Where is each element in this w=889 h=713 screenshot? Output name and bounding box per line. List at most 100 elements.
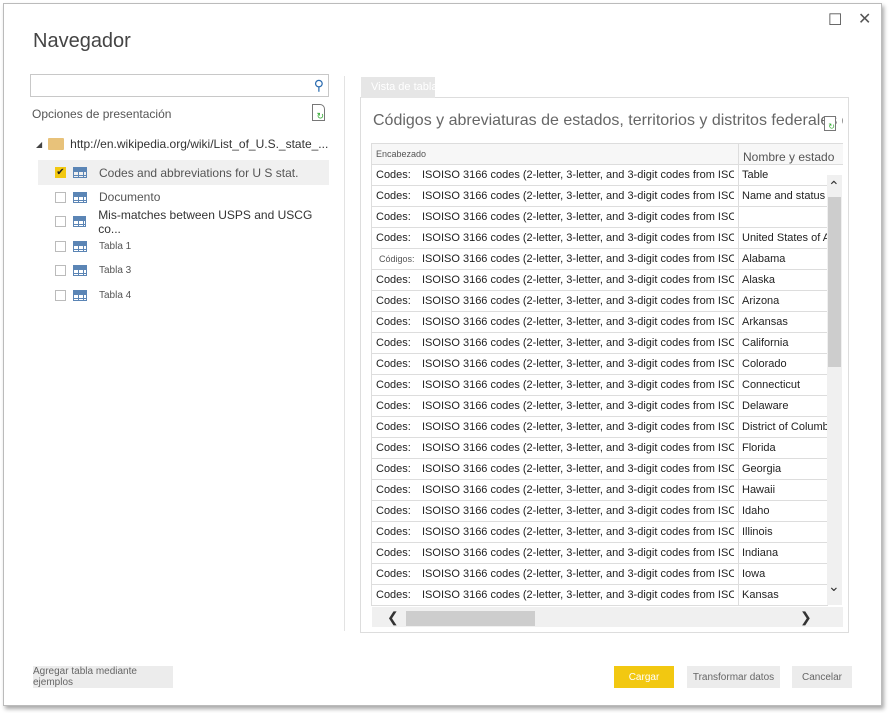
- item-label: Tabla 3: [99, 265, 132, 277]
- item-label: Mis-matches between USPS and USCG co...: [98, 207, 313, 236]
- table-row: Codes: ISOISO 3166 codes (2-letter, 3-let…: [372, 291, 828, 312]
- table-row: Codes: ISOISO 3166 codes (2-letter, 3-let…: [372, 312, 828, 333]
- cell: ISOISO 3166 codes (2-letter, 3-letter, a…: [422, 316, 734, 328]
- checkbox[interactable]: [55, 216, 66, 228]
- scroll-down-icon[interactable]: ⌄: [828, 578, 840, 595]
- cell: Codes:: [376, 421, 411, 433]
- table-row: Codes: ISOISO 3166 codes (2-letter, 3-let…: [372, 438, 828, 459]
- table-row: Codes: ISOISO 3166 codes (2-letter, 3-let…: [372, 165, 828, 186]
- preview-refresh-icon[interactable]: ↻: [824, 116, 836, 131]
- table-row: Codes: ISOISO 3166 codes (2-letter, 3-let…: [372, 354, 828, 375]
- tree-root-node[interactable]: ◢ http://en.wikipedia.org/wiki/List_of_U…: [36, 137, 328, 151]
- cell: Codes:: [376, 316, 411, 328]
- scroll-up-icon[interactable]: ⌃: [828, 178, 840, 195]
- cell: Florida: [738, 438, 828, 458]
- table-row: Codes: ISOISO 3166 codes (2-letter, 3-let…: [372, 564, 828, 585]
- cell: ISOISO 3166 codes (2-letter, 3-letter, a…: [422, 379, 734, 391]
- table-row: Codes: ISOISO 3166 codes (2-letter, 3-let…: [372, 417, 828, 438]
- cell: Arizona: [738, 291, 828, 311]
- cell: Codes:: [376, 505, 411, 517]
- item-label: Codes and abbreviations for U S stat.: [99, 165, 299, 180]
- cell: ISOISO 3166 codes (2-letter, 3-letter, a…: [422, 253, 734, 265]
- table-row: Codes: ISOISO 3166 codes (2-letter, 3-let…: [372, 501, 828, 522]
- item-label: Documento: [99, 190, 161, 205]
- refresh-icon[interactable]: ↻: [312, 104, 325, 121]
- cell: Codes:: [376, 526, 411, 538]
- cell: ISOISO 3166 codes (2-letter, 3-letter, a…: [422, 358, 734, 370]
- search-input[interactable]: ⚲: [30, 74, 329, 97]
- dialog-title: Navegador: [33, 30, 131, 52]
- cell: Codes:: [376, 484, 411, 496]
- cell: Kansas: [738, 585, 828, 605]
- checkbox[interactable]: [55, 265, 66, 277]
- cell: Indiana: [738, 543, 828, 563]
- cell: District of Columbia: [738, 417, 828, 437]
- cell: ISOISO 3166 codes (2-letter, 3-letter, a…: [422, 463, 734, 475]
- vertical-scroll-thumb[interactable]: [828, 197, 841, 367]
- cell: Codes:: [376, 274, 411, 286]
- cell: Codes:: [376, 211, 411, 223]
- cell: ISOISO 3166 codes (2-letter, 3-letter, a…: [422, 337, 734, 349]
- cell: ISOISO 3166 codes (2-letter, 3-letter, a…: [422, 274, 734, 286]
- column-header: Encabezado: [376, 149, 427, 159]
- navigator-item[interactable]: Tabla 3: [38, 258, 329, 283]
- horizontal-scroll-thumb[interactable]: [406, 611, 535, 626]
- navigator-item[interactable]: Mis-matches between USPS and USCG co...: [38, 207, 329, 236]
- display-options-dropdown[interactable]: Opciones de presentación: [32, 107, 171, 121]
- folder-icon: [48, 138, 65, 150]
- search-icon[interactable]: ⚲: [314, 77, 324, 94]
- cell: Codes:: [376, 568, 411, 580]
- load-button[interactable]: Cargar: [614, 666, 674, 688]
- table-row: Codes: ISOISO 3166 codes (2-letter, 3-let…: [372, 543, 828, 564]
- scroll-left-icon[interactable]: ❮: [387, 609, 399, 626]
- table-row: Codes: ISOISO 3166 codes (2-letter, 3-let…: [372, 459, 828, 480]
- checkbox[interactable]: ✔: [55, 167, 66, 178]
- cell: Codes:: [376, 295, 411, 307]
- data-grid: Encabezado Nombre y estado Codes: ISOISO …: [371, 143, 843, 606]
- cell: Arkansas: [738, 312, 828, 332]
- preview-title: Códigos y abreviaturas de estados, terri…: [373, 112, 843, 129]
- cell: Alabama: [738, 249, 828, 269]
- checkbox[interactable]: [55, 191, 66, 203]
- table-icon: [72, 216, 87, 228]
- checkbox[interactable]: [55, 240, 66, 252]
- navigator-item[interactable]: Tabla 4: [38, 283, 329, 308]
- cell: Códigos:: [379, 254, 415, 264]
- cell: Illinois: [738, 522, 828, 542]
- cell: Codes:: [376, 589, 411, 601]
- navigator-item[interactable]: ✔ Codes and abbreviations for U S stat.: [38, 160, 329, 185]
- cell: Table: [738, 165, 828, 185]
- cell: United States of A: [738, 228, 828, 248]
- cell: ISOISO 3166 codes (2-letter, 3-letter, a…: [422, 232, 734, 244]
- cell: Georgia: [738, 459, 828, 479]
- cell: ISOISO 3166 codes (2-letter, 3-letter, a…: [422, 484, 734, 496]
- add-table-by-example-button[interactable]: Agregar tabla mediante ejemplos: [33, 666, 173, 688]
- close-icon[interactable]: ✕: [858, 9, 871, 29]
- cell: California: [738, 333, 828, 353]
- cell: Codes:: [376, 232, 411, 244]
- item-label: Tabla 4: [99, 290, 132, 301]
- maximize-icon[interactable]: ☐: [828, 10, 842, 30]
- transform-data-button[interactable]: Transformar datos: [687, 666, 780, 688]
- cancel-button[interactable]: Cancelar: [792, 666, 852, 688]
- cell: Iowa: [738, 564, 828, 584]
- navigator-item[interactable]: Tabla 1: [38, 234, 329, 259]
- tab-table-view[interactable]: Vista de tabla: [361, 77, 435, 98]
- cell: Codes:: [376, 442, 411, 454]
- cell: ISOISO 3166 codes (2-letter, 3-letter, a…: [422, 442, 734, 454]
- cell: Idaho: [738, 501, 828, 521]
- table-row: Codes: ISOISO 3166 codes (2-letter, 3-let…: [372, 396, 828, 417]
- cell: ISOISO 3166 codes (2-letter, 3-letter, a…: [422, 526, 734, 538]
- checkbox[interactable]: [55, 290, 66, 301]
- cell: Codes:: [376, 169, 411, 181]
- collapse-icon[interactable]: ◢: [36, 140, 42, 149]
- cell: ISOISO 3166 codes (2-letter, 3-letter, a…: [422, 568, 734, 580]
- navigator-item[interactable]: Documento: [38, 185, 329, 210]
- table-row: Codes: ISOISO 3166 codes (2-letter, 3-let…: [372, 270, 828, 291]
- cell: ISOISO 3166 codes (2-letter, 3-letter, a…: [422, 295, 734, 307]
- table-icon: [73, 167, 87, 178]
- scroll-right-icon[interactable]: ❯: [800, 609, 812, 626]
- cell: Codes:: [376, 379, 411, 391]
- table-row: Codes: ISOISO 3166 codes (2-letter, 3-let…: [372, 186, 828, 207]
- column-header: Nombre y estado: [738, 144, 843, 165]
